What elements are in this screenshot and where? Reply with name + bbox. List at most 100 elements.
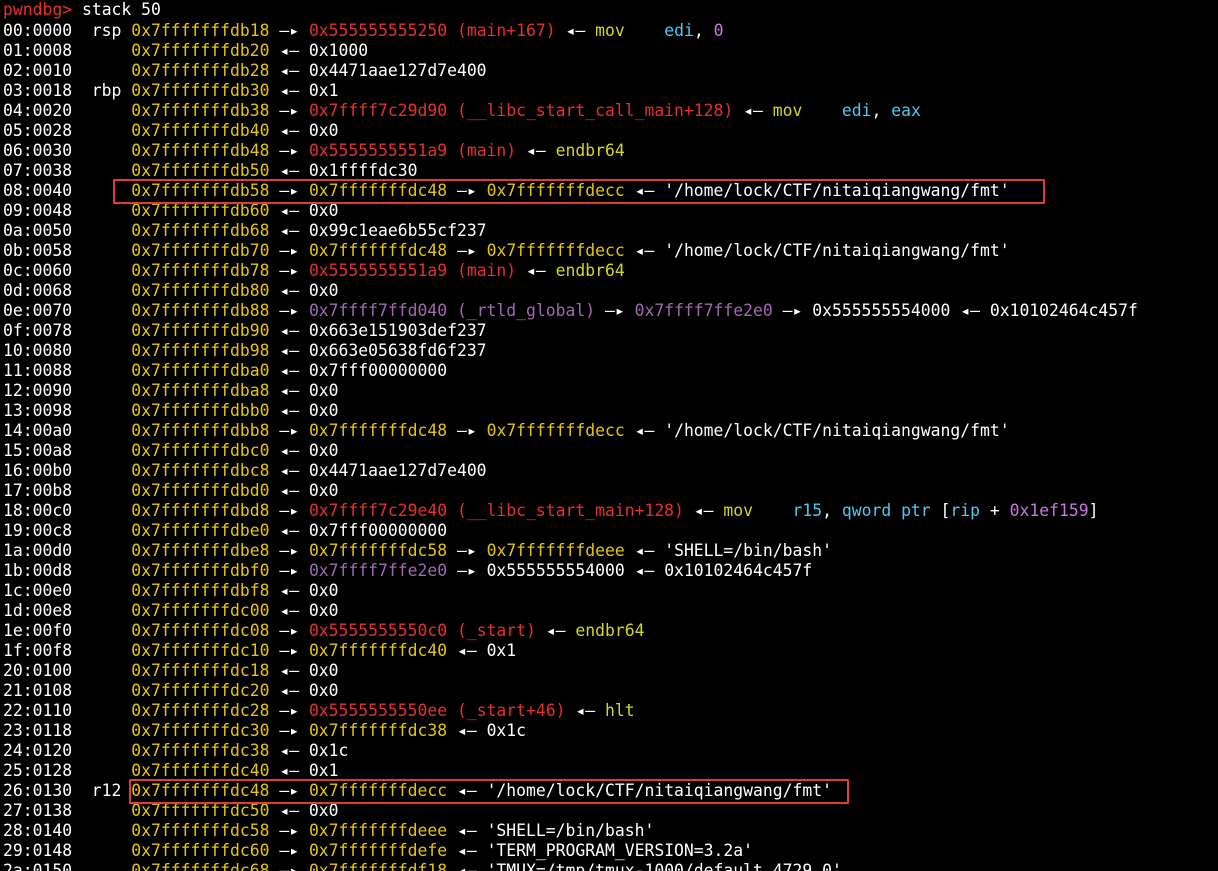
stack-row-segment: 04:0020 xyxy=(3,101,132,120)
stack-row: 12:0090 0x7fffffffdba8 ◂— 0x0 xyxy=(3,381,339,401)
stack-row-segment: endbr64 xyxy=(555,141,625,160)
stack-row-segment: ◂— 0x4471aae127d7e400 xyxy=(269,461,487,480)
stack-row-segment: ◂— xyxy=(516,141,556,160)
stack-row-segment: ◂— 0x1 xyxy=(447,641,517,660)
stack-row: 13:0098 0x7fffffffdbb0 ◂— 0x0 xyxy=(3,401,339,421)
stack-row-segment: ◂— 0x0 xyxy=(269,121,339,140)
stack-row: 24:0120 0x7fffffffdc38 ◂— 0x1c xyxy=(3,741,348,761)
stack-row: 19:00c8 0x7fffffffdbe0 ◂— 0x7fff00000000 xyxy=(3,521,447,541)
stack-row-segment: ◂— 0x1 xyxy=(269,81,339,100)
stack-row-segment: 13:0098 xyxy=(3,401,132,420)
stack-row-segment: —▸ xyxy=(269,701,309,720)
stack-row-segment: ◂— xyxy=(555,21,596,40)
stack-row-segment: 20:0100 xyxy=(3,661,132,680)
stack-row-segment: —▸ xyxy=(269,721,309,740)
stack-row-segment: 0x7fffffffdecc xyxy=(486,241,625,260)
stack-row: 23:0118 0x7fffffffdc30 —▸ 0x7fffffffdc38… xyxy=(3,721,526,741)
stack-row-segment: ◂— 0x0 xyxy=(269,601,339,620)
stack-row-segment: ◂— 'TMUX=/tmp/tmux-1000/default,4729,0' xyxy=(447,861,842,871)
stack-row-segment: mov xyxy=(772,101,803,120)
stack-row-segment: 07:0038 xyxy=(3,161,132,180)
stack-row-segment: —▸ xyxy=(269,541,309,560)
stack-row-segment: ◂— 0x7fff00000000 xyxy=(269,361,448,380)
stack-row-segment: 0x7fffffffdb90 xyxy=(131,321,270,340)
stack-row-segment: 29:0148 xyxy=(3,841,132,860)
stack-row-segment: ◂— '/home/lock/CTF/nitaiqiangwang/fmt' xyxy=(624,421,1010,440)
stack-row-segment: 0x7fffffffdb20 xyxy=(131,41,270,60)
stack-row-segment: ◂— 0x1 xyxy=(269,761,339,780)
stack-row-segment: ◂— 0x0 xyxy=(269,661,339,680)
stack-row-segment: —▸ xyxy=(269,501,309,520)
stack-row-segment: 0x7ffff7c29e40 (__libc_start_main+128) xyxy=(308,501,684,520)
command-line[interactable]: pwndbg> stack 50 xyxy=(3,0,161,20)
stack-row-segment: 0x7fffffffdc58 xyxy=(131,821,270,840)
stack-row-segment: 0x7fffffffdecc xyxy=(308,781,448,800)
stack-row-segment: ◂— 0x99c1eae6b55cf237 xyxy=(269,221,487,240)
stack-row-segment: —▸ xyxy=(269,861,309,871)
stack-row-segment: 18:00c0 xyxy=(3,501,132,520)
stack-row-segment: 2a:0150 xyxy=(3,861,132,871)
stack-row-segment: ◂— 0x4471aae127d7e400 xyxy=(269,61,487,80)
stack-row-segment: ◂— 'SHELL=/bin/bash' xyxy=(447,821,655,840)
stack-row: 1b:00d8 0x7fffffffdbf0 —▸ 0x7ffff7ffe2e0… xyxy=(3,561,812,581)
stack-row-segment: 0x7fffffffdb78 xyxy=(131,261,270,280)
stack-row: 0f:0078 0x7fffffffdb90 ◂— 0x663e151903de… xyxy=(3,321,487,341)
stack-row-segment: 0x7fffffffdb58 xyxy=(131,181,270,200)
stack-row: 07:0038 0x7fffffffdb50 ◂— 0x1ffffdc30 xyxy=(3,161,417,181)
stack-row-segment: [ xyxy=(930,501,951,520)
stack-row-segment: —▸ xyxy=(269,101,309,120)
stack-row: 2a:0150 0x7fffffffdc68 —▸ 0x7fffffffdf18… xyxy=(3,861,842,871)
stack-row-segment xyxy=(625,21,664,40)
stack-row-segment: 0x7fffffffdb70 xyxy=(131,241,270,260)
stack-row-segment: 0x7fffffffdc28 xyxy=(131,701,270,720)
stack-row-segment: hlt xyxy=(605,701,635,720)
stack-row: 14:00a0 0x7fffffffdbb8 —▸ 0x7fffffffdc48… xyxy=(3,421,1010,441)
stack-row-segment: 0x7fffffffdb98 xyxy=(131,341,270,360)
stack-row-segment: —▸ 0x555555554000 ◂— 0x10102464c457f xyxy=(772,301,1138,320)
stack-row: 0d:0068 0x7fffffffdb80 ◂— 0x0 xyxy=(3,281,339,301)
stack-row-segment: 0x7fffffffdbc0 xyxy=(131,441,270,460)
stack-row: 18:00c0 0x7fffffffdbd8 —▸ 0x7ffff7c29e40… xyxy=(3,501,1098,521)
stack-row: 11:0088 0x7fffffffdba0 ◂— 0x7fff00000000 xyxy=(3,361,447,381)
stack-row-segment: 1b:00d8 xyxy=(3,561,132,580)
stack-row-segment: 0a:0050 xyxy=(3,221,132,240)
stack-row-segment: ◂— 0x663e151903def237 xyxy=(269,321,487,340)
stack-row-segment: eax xyxy=(891,101,921,120)
stack-row-segment: , xyxy=(871,101,892,120)
stack-row-segment: 14:00a0 xyxy=(3,421,132,440)
stack-row-segment: 01:0008 xyxy=(3,41,132,60)
stack-row-segment: —▸ xyxy=(447,541,487,560)
stack-row: 1f:00f8 0x7fffffffdc10 —▸ 0x7fffffffdc40… xyxy=(3,641,516,661)
stack-row-segment: —▸ xyxy=(269,841,309,860)
stack-row-segment: 1e:00f0 xyxy=(3,621,132,640)
terminal-window[interactable]: pwndbg> stack 50 00:0000 rsp 0x7fffffffd… xyxy=(0,0,1218,871)
stack-row: 01:0008 0x7fffffffdb20 ◂— 0x1000 xyxy=(3,41,368,61)
stack-row-segment: —▸ xyxy=(269,181,309,200)
stack-row: 22:0110 0x7fffffffdc28 —▸ 0x5555555550ee… xyxy=(3,701,635,721)
stack-row-segment: ◂— xyxy=(683,501,724,520)
stack-row-segment: 0x7fffffffdbd8 xyxy=(131,501,270,520)
stack-row-segment: —▸ xyxy=(269,21,309,40)
stack-row-segment: 21:0108 xyxy=(3,681,132,700)
stack-row-segment: mov xyxy=(723,501,754,520)
stack-row-segment: ◂— 0x0 xyxy=(269,681,339,700)
stack-row-segment: 0x7fffffffdb30 xyxy=(131,81,270,100)
stack-row-segment: 17:00b8 xyxy=(3,481,132,500)
stack-row-segment: 0x7fffffffdf18 xyxy=(308,861,448,871)
stack-row-segment: 0x7fffffffdc18 xyxy=(131,661,270,680)
stack-row-segment: —▸ xyxy=(447,421,487,440)
stack-row-segment: ◂— 0x7fff00000000 xyxy=(269,521,448,540)
stack-row-segment: 26:0130 r12 xyxy=(3,781,132,800)
stack-row: 02:0010 0x7fffffffdb28 ◂— 0x4471aae127d7… xyxy=(3,61,487,81)
stack-row-segment: 0x7fffffffdc38 xyxy=(308,721,448,740)
stack-row-segment: 0x7fffffffdecc xyxy=(486,421,625,440)
stack-row: 28:0140 0x7fffffffdc58 —▸ 0x7fffffffdeee… xyxy=(3,821,654,841)
stack-row-segment: 09:0048 xyxy=(3,201,132,220)
stack-row-segment xyxy=(753,501,792,520)
stack-row-segment: —▸ xyxy=(269,641,309,660)
stack-row-segment: 0x7fffffffdc08 xyxy=(131,621,270,640)
stack-row-segment: —▸ xyxy=(595,301,635,320)
stack-row-segment: 0x7fffffffdbb8 xyxy=(131,421,270,440)
stack-row-segment: 0x7fffffffdb80 xyxy=(131,281,270,300)
stack-row-segment: ◂— 0x0 xyxy=(269,201,339,220)
